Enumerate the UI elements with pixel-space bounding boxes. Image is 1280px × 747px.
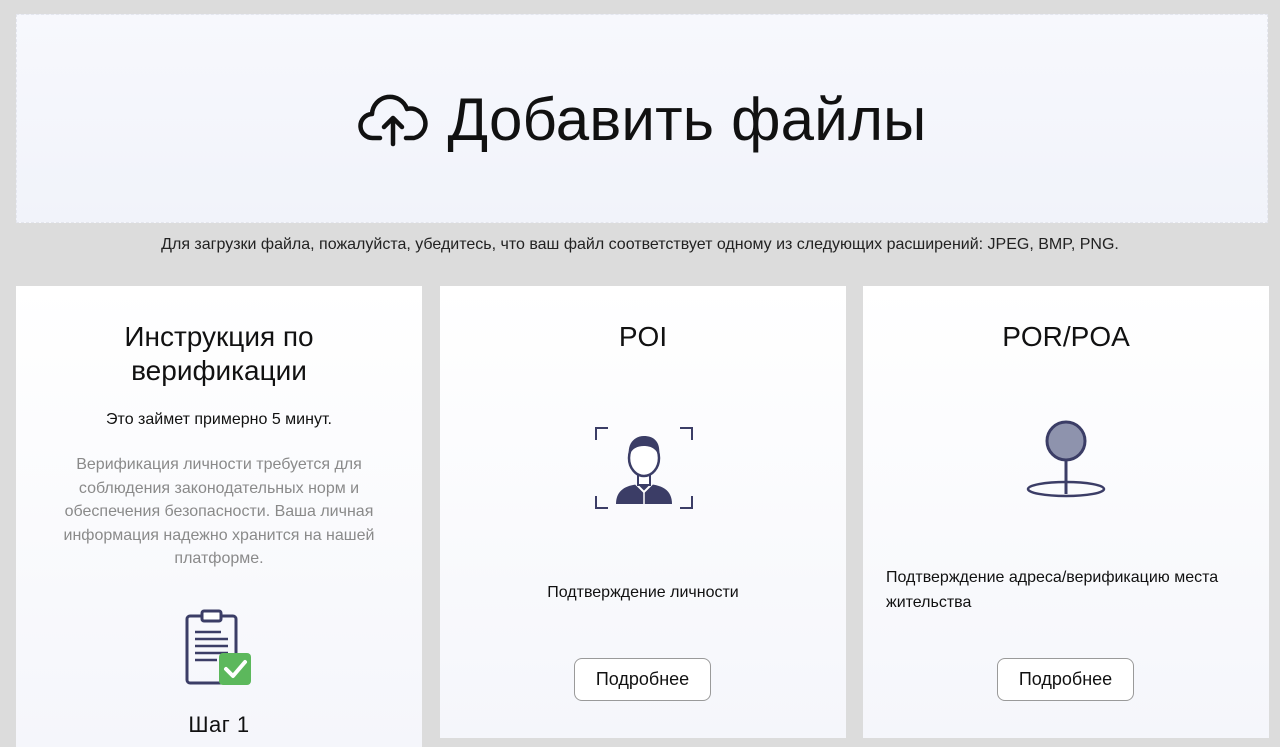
poi-label: Подтверждение личности [547, 584, 739, 601]
por-title: POR/POA [1002, 321, 1130, 352]
instructions-title: Инструкция по верификации [124, 321, 314, 386]
file-format-hint: Для загрузки файла, пожалуйста, убедитес… [161, 236, 1119, 253]
clipboard-check-icon [183, 608, 253, 688]
por-more-button[interactable]: Подробнее [997, 658, 1134, 701]
step-label: Шаг 1 [188, 712, 250, 737]
upload-title: Добавить файлы [447, 86, 927, 153]
por-card: POR/POA Подтверждение адреса/верификацию… [863, 286, 1269, 738]
cloud-upload-icon [357, 90, 429, 150]
instructions-description: Верификация личности требуется для соблю… [63, 456, 375, 567]
instructions-card: Инструкция по верификации Это займет при… [16, 286, 422, 747]
person-frame-icon [594, 426, 694, 510]
duration-text: Это займет примерно 5 минут. [106, 411, 332, 428]
map-pin-icon [1023, 416, 1109, 500]
upload-dropzone[interactable]: Добавить файлы [16, 14, 1268, 223]
poi-title: POI [618, 321, 668, 352]
poi-more-button[interactable]: Подробнее [574, 658, 711, 701]
poi-card: POI Подтверждение личности Подробнее [440, 286, 846, 738]
por-label: Подтверждение адреса/верификацию места ж… [886, 569, 1219, 611]
